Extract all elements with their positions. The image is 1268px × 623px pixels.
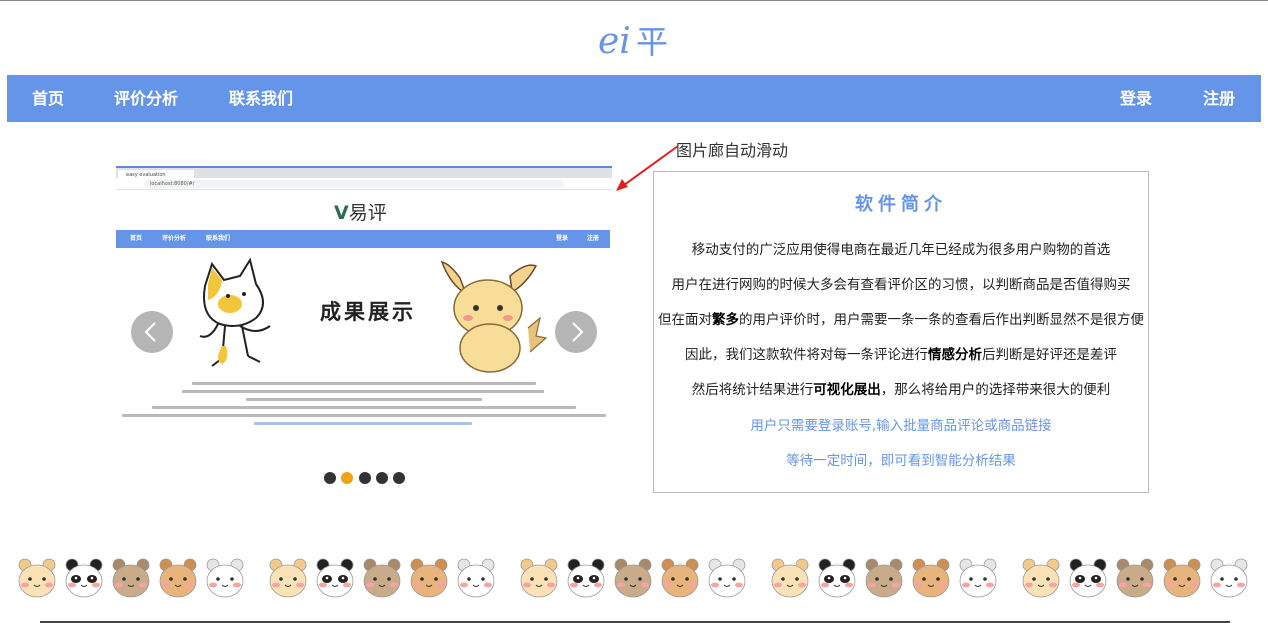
intro-line-7: 等待一定时间，即可看到智能分析结果 — [786, 453, 1016, 469]
bear-icon — [157, 555, 199, 599]
bear-icon — [706, 555, 748, 599]
slide-text-line — [182, 390, 544, 393]
browser-address-bar: localhost:8080/#/ — [116, 178, 612, 190]
nav-home[interactable]: 首页 — [32, 75, 64, 122]
slide-nav-home: 首页 — [130, 235, 143, 242]
bear-icon — [1161, 555, 1203, 599]
nav-register[interactable]: 注册 — [1203, 75, 1235, 122]
slide-logo: V易评 — [334, 202, 387, 224]
bear-icon — [518, 555, 560, 599]
bear-icon — [816, 555, 858, 599]
intro-title: 软件简介 — [855, 194, 947, 215]
logo-prefix: ei — [598, 21, 631, 61]
slide-logo-text: 易评 — [348, 202, 387, 224]
slide-banner-text: 成果展示 — [320, 299, 416, 324]
bear-icon — [408, 555, 450, 599]
bear-icon — [565, 555, 607, 599]
bear-icon — [204, 555, 246, 599]
intro-line-2: 用户在进行网购的时候大多会有查看评价区的习惯，以判断商品是否值得购买 — [671, 277, 1131, 293]
bear-icon — [314, 555, 356, 599]
browser-tab-strip: easy evaluation — [116, 166, 612, 180]
logo-graphic: ei 平 — [598, 21, 668, 62]
slide-text-line — [192, 382, 536, 385]
bear-icon — [110, 555, 152, 599]
bear-icon — [63, 555, 105, 599]
nav-contact-us[interactable]: 联系我们 — [229, 75, 293, 122]
cat-illustration — [199, 257, 271, 367]
intro-line-1: 移动支付的广泛应用使得电商在最近几年已经成为很多用户购物的首选 — [691, 242, 1111, 258]
bear-icon — [455, 555, 497, 599]
slide-text-line — [122, 414, 606, 417]
carousel-slide[interactable]: easy evaluation localhost:8080/#/ V易评 首页… — [116, 166, 612, 456]
slide-navbar: 首页 评价分析 联系我们 登录 注册 — [116, 230, 610, 248]
slide-banner: 成果展示 — [170, 250, 556, 378]
intro-line-4: 因此，我们这款软件将对每一条评论进行情感分析后判断是好评还是差评 — [685, 347, 1117, 363]
slide-nav-register: 注册 — [587, 235, 600, 242]
pikachu-illustration — [440, 260, 548, 373]
carousel-prev-button[interactable] — [131, 311, 173, 353]
slide-text-line-blue — [254, 422, 472, 425]
intro-line-3: 但在面对繁多的用户评价时，用户需要一条一条的查看后作出判断显然不是很方便 — [658, 312, 1144, 328]
intro-emphasis-visual: 可视化展出 — [813, 382, 881, 398]
intro-line-5: 然后将统计结果进行可视化展出，那么将给用户的选择带来很大的便利 — [691, 382, 1111, 398]
bear-icon — [863, 555, 905, 599]
bear-icon — [16, 555, 58, 599]
bear-icon — [267, 555, 309, 599]
carousel-dot-2[interactable] — [341, 472, 353, 484]
browser-url: localhost:8080/#/ — [144, 180, 564, 188]
bear-icon — [910, 555, 952, 599]
bear-icon — [659, 555, 701, 599]
bear-icon — [1067, 555, 1109, 599]
bear-icon — [612, 555, 654, 599]
image-carousel: easy evaluation localhost:8080/#/ V易评 首页… — [116, 166, 612, 456]
chevron-right-icon — [572, 322, 584, 342]
bear-icon — [361, 555, 403, 599]
bear-icon — [769, 555, 811, 599]
bear-icon — [1114, 555, 1156, 599]
slide-nav-login: 登录 — [556, 235, 569, 242]
bear-icon — [1020, 555, 1062, 599]
gallery-annotation: 图片廊自动滑动 — [676, 141, 789, 160]
slide-nav-contact: 联系我们 — [206, 235, 231, 242]
software-intro-panel: 软件简介 移动支付的广泛应用使得电商在最近几年已经成为很多用户购物的首选 用户在… — [653, 171, 1149, 493]
carousel-dot-3[interactable] — [359, 472, 371, 484]
main-navbar: 首页 评价分析 联系我们 登录 注册 — [7, 75, 1261, 122]
carousel-dot-4[interactable] — [376, 472, 388, 484]
chevron-left-icon — [144, 322, 156, 342]
intro-emphasis-sentiment: 情感分析 — [928, 347, 982, 363]
bear-decoration-row — [0, 555, 1268, 605]
slide-nav-analysis: 评价分析 — [162, 235, 187, 242]
carousel-dot-5[interactable] — [393, 472, 405, 484]
carousel-dot-1[interactable] — [324, 472, 336, 484]
bear-icon — [1208, 555, 1250, 599]
intro-emphasis-many: 繁多 — [712, 312, 739, 328]
slide-text-line — [246, 398, 482, 401]
bear-icon — [957, 555, 999, 599]
logo-suffix: 平 — [636, 23, 668, 61]
nav-review-analysis[interactable]: 评价分析 — [114, 75, 178, 122]
carousel-next-button[interactable] — [555, 311, 597, 353]
site-logo: ei 平 — [598, 19, 674, 62]
intro-line-6: 用户只需要登录账号,输入批量商品评论或商品链接 — [750, 418, 1052, 434]
slide-text-line — [152, 406, 576, 409]
nav-login[interactable]: 登录 — [1120, 75, 1152, 122]
